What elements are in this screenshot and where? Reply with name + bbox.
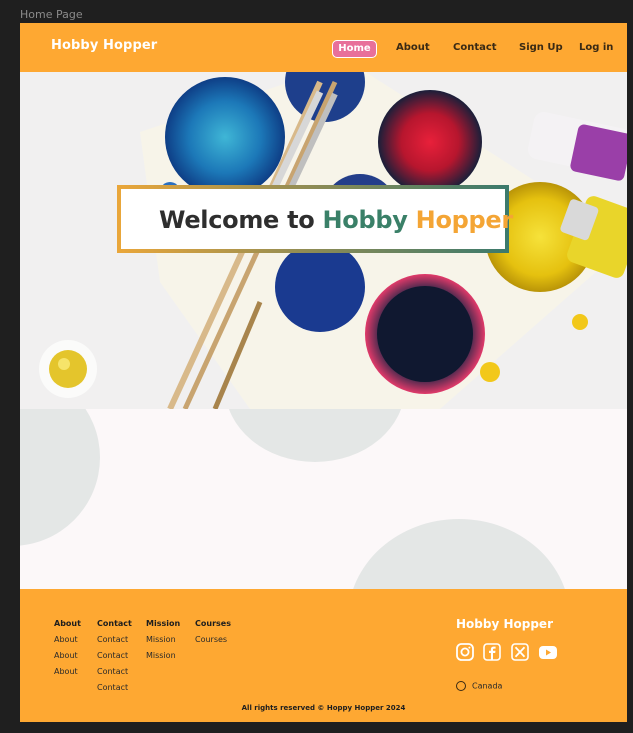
footer-brand: Hobby Hopper: [456, 617, 553, 631]
globe-icon: [456, 681, 466, 691]
copyright-notice: All rights reserved © Hoppy Hopper 2024: [241, 704, 406, 712]
footer-link[interactable]: About: [54, 635, 81, 644]
welcome-heading-box: Welcome to Hobby Hopper: [117, 185, 513, 253]
decorative-circle-bottom: [348, 519, 570, 589]
welcome-heading: Welcome to Hobby Hopper: [159, 206, 513, 234]
x-icon[interactable]: [511, 643, 529, 661]
welcome-heading-prefix: Welcome to: [159, 206, 323, 234]
footer-link[interactable]: Contact: [97, 651, 132, 660]
footer-column-about: About About About About: [54, 619, 81, 683]
decorative-circle-top: [225, 409, 405, 462]
youtube-icon[interactable]: [538, 643, 557, 661]
facebook-icon[interactable]: [483, 643, 501, 661]
footer-link[interactable]: Mission: [146, 651, 180, 660]
footer-column-mission: Mission Mission Mission: [146, 619, 180, 667]
brand-logo[interactable]: Hobby Hopper: [51, 38, 157, 53]
footer-column-courses: Courses Courses: [195, 619, 231, 651]
nav-home-button[interactable]: Home: [332, 40, 377, 58]
footer-link[interactable]: Contact: [97, 667, 132, 676]
frame-label: Home Page: [20, 8, 83, 21]
home-page-artboard: Hobby Hopper Home About Contact Sign Up …: [20, 23, 627, 722]
top-navigation-bar: Hobby Hopper Home About Contact Sign Up …: [20, 23, 627, 72]
content-section: [20, 409, 627, 589]
site-footer: About About About About Contact Contact …: [20, 589, 627, 722]
hero-banner: Welcome to Hobby Hopper: [20, 72, 627, 409]
region-label: Canada: [472, 681, 503, 691]
decorative-circle-left: [20, 409, 100, 546]
region-selector[interactable]: Canada: [456, 681, 502, 691]
footer-heading-contact: Contact: [97, 619, 132, 628]
welcome-heading-hobby: Hobby: [322, 206, 408, 234]
instagram-icon[interactable]: [456, 643, 474, 661]
footer-link[interactable]: Courses: [195, 635, 231, 644]
nav-login-link[interactable]: Log in: [579, 42, 613, 53]
footer-link[interactable]: About: [54, 651, 81, 660]
welcome-heading-hopper: Hopper: [415, 206, 514, 234]
nav-about-link[interactable]: About: [396, 42, 430, 53]
footer-link[interactable]: Contact: [97, 683, 132, 692]
footer-heading-mission: Mission: [146, 619, 181, 628]
footer-link[interactable]: About: [54, 667, 81, 676]
footer-link[interactable]: Mission: [146, 635, 180, 644]
footer-heading-courses: Courses: [195, 619, 231, 628]
footer-heading-about: About: [54, 619, 81, 628]
footer-column-contact: Contact Contact Contact Contact Contact: [97, 619, 132, 699]
footer-link[interactable]: Contact: [97, 635, 132, 644]
nav-contact-link[interactable]: Contact: [453, 42, 497, 53]
welcome-heading-space: [408, 206, 416, 234]
nav-signup-link[interactable]: Sign Up: [519, 42, 563, 53]
